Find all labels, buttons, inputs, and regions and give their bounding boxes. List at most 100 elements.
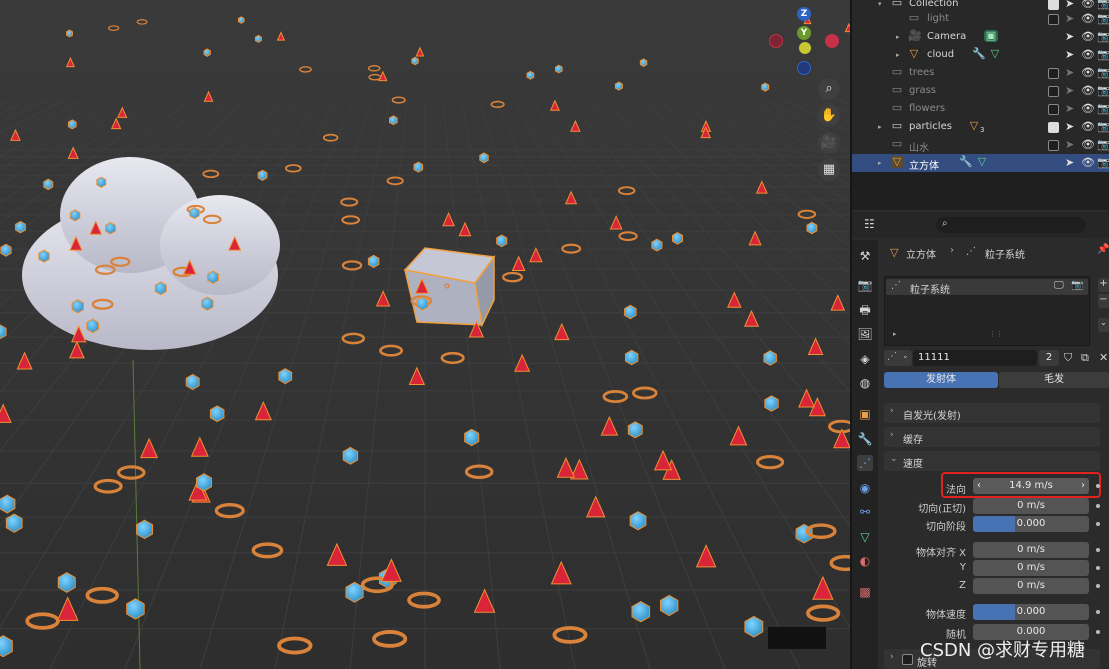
- outliner-row-trees[interactable]: ▭ trees ➤ 👁 📷: [852, 64, 1109, 82]
- eye-icon[interactable]: 👁: [1081, 30, 1095, 43]
- gizmo-x-axis[interactable]: [825, 34, 839, 48]
- gizmo-y-axis[interactable]: Y: [797, 26, 811, 40]
- expand-icon[interactable]: ▸: [896, 33, 900, 41]
- pin-icon[interactable]: 📌: [1097, 244, 1109, 255]
- render-camera-icon[interactable]: 📷: [1097, 138, 1109, 151]
- viewport-display-icon[interactable]: 🖵: [1054, 280, 1064, 291]
- emitter-type-tab[interactable]: 发射体: [884, 372, 998, 388]
- expand-icon[interactable]: ▸: [878, 123, 882, 131]
- perspective-grid-icon[interactable]: ▦: [818, 159, 840, 181]
- outliner-row-camera[interactable]: ▸ 🎥 Camera ▣ ➤ 👁 📷: [852, 28, 1109, 46]
- keyframe-dot[interactable]: [1096, 584, 1100, 588]
- view-layer-tab-icon[interactable]: 🖼: [857, 326, 873, 342]
- chevron-left-icon[interactable]: ‹: [977, 478, 981, 494]
- outliner-row-light[interactable]: ▭ light ➤ 👁 📷: [852, 10, 1109, 28]
- settings-name-field[interactable]: 11111: [913, 350, 1037, 366]
- gizmo-z-axis[interactable]: Z: [797, 7, 811, 21]
- exclude-checkbox[interactable]: [1048, 0, 1059, 10]
- particles-tab-icon[interactable]: ⋰: [857, 455, 873, 471]
- eye-icon[interactable]: 👁: [1081, 0, 1095, 10]
- object-velocity-field[interactable]: 0.000: [973, 604, 1089, 620]
- align-z-field[interactable]: 0 m/s: [973, 578, 1089, 594]
- gizmo-neg-x-axis[interactable]: [769, 34, 783, 48]
- eye-icon[interactable]: 👁: [1081, 120, 1095, 133]
- keyframe-dot[interactable]: [1096, 610, 1100, 614]
- eye-icon[interactable]: 👁: [1081, 66, 1095, 79]
- cloud-object[interactable]: [22, 157, 280, 350]
- render-camera-icon[interactable]: 📷: [1097, 156, 1109, 169]
- keyframe-dot[interactable]: [1096, 504, 1100, 508]
- keyframe-dot[interactable]: [1096, 548, 1100, 552]
- editor-type-icon[interactable]: ☷: [864, 217, 875, 231]
- camera-view-icon[interactable]: 🎥: [818, 132, 840, 154]
- data-tab-icon[interactable]: ▽: [857, 529, 873, 545]
- outliner[interactable]: ▾ ▭ Collection ➤ 👁 📷 ▭ light ➤ 👁 📷 ▸ 🎥 C…: [852, 0, 1109, 172]
- chevron-right-icon[interactable]: ›: [1081, 478, 1085, 494]
- search-input[interactable]: ⌕: [936, 217, 1086, 233]
- align-y-field[interactable]: 0 m/s: [973, 560, 1089, 576]
- outliner-row-grass[interactable]: ▭ grass ➤ 👁 📷: [852, 82, 1109, 100]
- rotation-checkbox[interactable]: [902, 654, 913, 665]
- 3d-viewport[interactable]: Z Y ⌕ ✋ 🎥 ▦: [0, 0, 850, 669]
- expand-icon[interactable]: ▸: [893, 330, 897, 338]
- object-tab-icon[interactable]: ▣: [857, 406, 873, 422]
- fake-user-shield-icon[interactable]: ⛉: [1064, 351, 1072, 365]
- select-arrow-icon[interactable]: ➤: [1065, 0, 1074, 10]
- eye-icon[interactable]: 👁: [1081, 156, 1095, 169]
- eye-icon[interactable]: 👁: [1081, 12, 1095, 25]
- cache-panel-header[interactable]: › 缓存: [884, 427, 1100, 447]
- material-tab-icon[interactable]: ◐: [857, 553, 873, 569]
- exclude-checkbox[interactable]: [1048, 122, 1059, 133]
- render-camera-icon[interactable]: 📷: [1097, 12, 1109, 25]
- render-camera-icon[interactable]: 📷: [1097, 66, 1109, 79]
- outliner-row-flowers[interactable]: ▭ flowers ➤ 👁 📷: [852, 100, 1109, 118]
- expand-icon[interactable]: ▸: [878, 159, 882, 167]
- normal-velocity-field[interactable]: ‹ 14.9 m/s ›: [973, 478, 1089, 494]
- emission-panel-header[interactable]: › 自发光(发射): [884, 403, 1100, 423]
- eye-icon[interactable]: 👁: [1081, 102, 1095, 115]
- expand-icon[interactable]: ▸: [896, 51, 900, 59]
- keyframe-dot[interactable]: [1096, 484, 1100, 488]
- render-camera-icon[interactable]: 📷: [1071, 280, 1083, 291]
- select-arrow-icon[interactable]: ➤: [1065, 12, 1074, 25]
- world-tab-icon[interactable]: ◍: [857, 375, 873, 391]
- duplicate-icon[interactable]: ⧉: [1081, 351, 1089, 365]
- exclude-checkbox[interactable]: [1048, 104, 1059, 115]
- tangent-phase-field[interactable]: 0.000: [973, 516, 1089, 532]
- user-count[interactable]: 2: [1039, 350, 1059, 366]
- exclude-checkbox[interactable]: [1048, 68, 1059, 79]
- eye-icon[interactable]: 👁: [1081, 84, 1095, 97]
- select-arrow-icon[interactable]: ➤: [1065, 30, 1074, 43]
- outliner-row-cloud[interactable]: ▸ ▽ cloud 🔧 ▽ ➤ 👁 📷: [852, 46, 1109, 64]
- render-tab-icon[interactable]: 📷: [857, 277, 873, 293]
- zoom-icon[interactable]: ⌕: [818, 78, 840, 100]
- scene-canvas[interactable]: [0, 0, 850, 669]
- add-slot-button[interactable]: +: [1098, 278, 1109, 292]
- constraints-tab-icon[interactable]: ⚯: [857, 504, 873, 520]
- eye-icon[interactable]: 👁: [1081, 48, 1095, 61]
- gizmo-neg-z-axis[interactable]: [797, 61, 811, 75]
- keyframe-dot[interactable]: [1096, 630, 1100, 634]
- settings-browse-button[interactable]: ⋰ ⌄: [884, 350, 912, 366]
- particle-system-list[interactable]: ⋰ 粒子系统 🖵 📷 ▸ ⋮⋮: [884, 276, 1090, 346]
- tangent-velocity-field[interactable]: 0 m/s: [973, 498, 1089, 514]
- align-x-field[interactable]: 0 m/s: [973, 542, 1089, 558]
- velocity-panel-header[interactable]: ⌄ 速度: [884, 451, 1100, 471]
- select-arrow-icon[interactable]: ➤: [1065, 156, 1074, 169]
- render-camera-icon[interactable]: 📷: [1097, 30, 1109, 43]
- physics-tab-icon[interactable]: ◉: [857, 480, 873, 496]
- tool-tab-icon[interactable]: ⚒: [857, 248, 873, 264]
- eye-icon[interactable]: 👁: [1081, 138, 1095, 151]
- gizmo-center[interactable]: [799, 42, 811, 54]
- exclude-checkbox[interactable]: [1048, 14, 1059, 25]
- close-icon[interactable]: ✕: [1099, 351, 1108, 364]
- render-camera-icon[interactable]: 📷: [1097, 0, 1109, 10]
- list-menu-button[interactable]: ⌄: [1098, 318, 1109, 332]
- select-arrow-icon[interactable]: ➤: [1065, 138, 1074, 151]
- modifier-tab-icon[interactable]: 🔧: [857, 431, 873, 447]
- outliner-row-particles[interactable]: ▸ ▭ particles ▽ 3 ➤ 👁 📷: [852, 118, 1109, 136]
- outliner-row-cube-selected[interactable]: ▸ ▽ 立方体 🔧 ▽ ➤ 👁 📷: [852, 154, 1109, 172]
- output-tab-icon[interactable]: 🖶: [857, 302, 873, 318]
- render-camera-icon[interactable]: 📷: [1097, 84, 1109, 97]
- exclude-checkbox[interactable]: [1048, 86, 1059, 97]
